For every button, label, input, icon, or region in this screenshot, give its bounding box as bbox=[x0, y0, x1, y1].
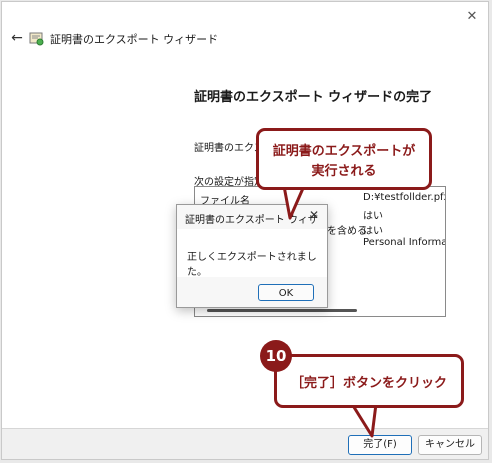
setting-value: はい bbox=[363, 211, 383, 222]
finish-button[interactable]: 完了(F) bbox=[348, 435, 412, 455]
callout-pointer bbox=[350, 404, 378, 438]
page-heading: 証明書のエクスポート ウィザードの完了 bbox=[194, 90, 433, 105]
certificate-icon bbox=[29, 32, 44, 46]
annotation-callout: 証明書のエクスポートが 実行される bbox=[256, 128, 432, 190]
horizontal-scrollbar[interactable] bbox=[207, 309, 357, 312]
setting-key: を含める bbox=[327, 226, 367, 237]
step-number-badge: 10 bbox=[260, 340, 292, 372]
setting-value: Personal Informatic bbox=[363, 237, 446, 248]
setting-value: D:¥testfollder.pfx bbox=[363, 192, 446, 203]
callout-text: 証明書のエクスポートが bbox=[272, 144, 416, 159]
callout-pointer bbox=[282, 186, 306, 220]
dialog-body: 正しくエクスポートされました。 bbox=[177, 229, 327, 278]
dialog-message: 正しくエクスポートされました。 bbox=[187, 252, 317, 278]
setting-value: はい bbox=[363, 226, 383, 237]
ok-button[interactable]: OK bbox=[258, 284, 314, 301]
wizard-header: ← 証明書のエクスポート ウィザード bbox=[2, 26, 488, 54]
callout-text: 実行される bbox=[311, 164, 377, 179]
wizard-title: 証明書のエクスポート ウィザード bbox=[50, 33, 219, 46]
annotation-callout: ［完了］ボタンをクリック bbox=[274, 354, 464, 408]
callout-text: ［完了］ボタンをクリック bbox=[290, 376, 447, 391]
wizard-footer: 完了(F) キャンセル bbox=[2, 428, 488, 459]
cancel-button[interactable]: キャンセル bbox=[418, 435, 482, 455]
close-icon[interactable]: ✕ bbox=[462, 8, 482, 26]
back-arrow-icon[interactable]: ← bbox=[8, 30, 26, 46]
